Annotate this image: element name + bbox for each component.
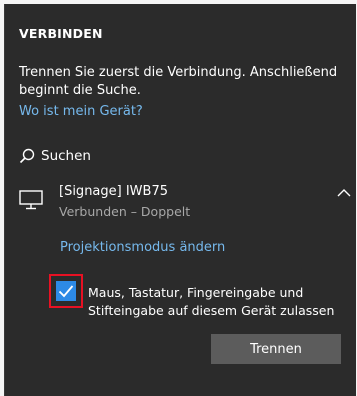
search-button[interactable]: Suchen bbox=[19, 146, 91, 166]
panel-title: VERBINDEN bbox=[19, 26, 103, 41]
device-status: Verbunden – Doppelt bbox=[59, 204, 191, 219]
input-permission-checkbox-highlight[interactable] bbox=[49, 274, 83, 308]
checkmark-icon bbox=[58, 285, 74, 298]
search-label: Suchen bbox=[41, 148, 91, 164]
change-projection-mode-link[interactable]: Projektionsmodus ändern bbox=[60, 240, 225, 255]
search-icon bbox=[19, 148, 35, 164]
disconnect-button[interactable]: Trennen bbox=[211, 334, 341, 364]
panel-description: Trennen Sie zuerst die Verbindung. Ansch… bbox=[19, 65, 338, 98]
input-permission-label: Maus, Tastatur, Fingereingabe und Stifte… bbox=[88, 285, 335, 318]
where-is-my-device-link[interactable]: Wo ist mein Gerät? bbox=[19, 104, 143, 119]
chevron-up-icon[interactable] bbox=[337, 187, 351, 199]
connect-panel: VERBINDEN Trennen Sie zuerst die Verbind… bbox=[4, 4, 356, 396]
input-permission-checkbox[interactable] bbox=[56, 281, 76, 301]
device-name: [Signage] IWB75 bbox=[59, 184, 168, 199]
monitor-icon bbox=[19, 190, 43, 210]
device-item[interactable]: [Signage] IWB75 Verbunden – Doppelt bbox=[19, 184, 351, 232]
